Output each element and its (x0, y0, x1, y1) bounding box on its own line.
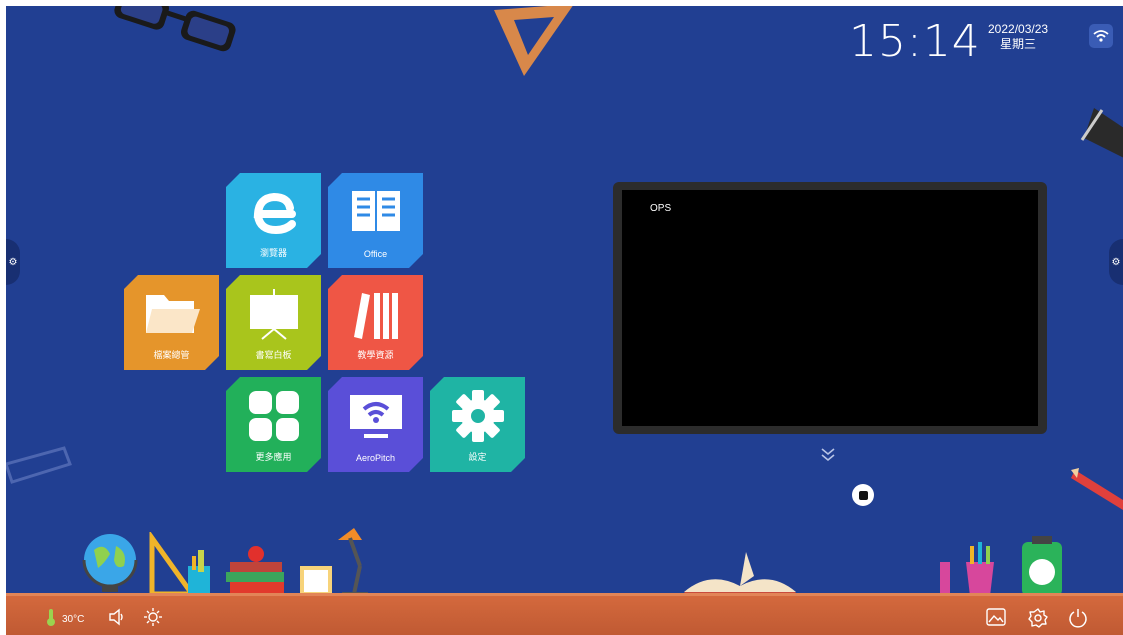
chevron-down-icon[interactable] (820, 446, 836, 467)
ops-label: OPS (650, 203, 672, 214)
glasses-decoration (114, 6, 236, 52)
cast-icon (328, 385, 423, 447)
date-block: 2022/03/23 星期三 (988, 22, 1048, 52)
ruler-decoration (6, 446, 72, 484)
app-tile-more-apps[interactable]: 更多應用 (226, 377, 321, 472)
settings-icon[interactable] (1028, 608, 1048, 628)
bottom-shelf-bar (6, 596, 1123, 635)
globe-decoration (82, 534, 138, 592)
triangle-ruler-decoration (494, 6, 573, 76)
wifi-icon[interactable] (1089, 24, 1113, 48)
brightness-icon[interactable] (144, 608, 162, 626)
thermometer-icon (46, 608, 56, 631)
binder-clip-decoration (1080, 108, 1123, 158)
weekday-text: 星期三 (1000, 37, 1037, 51)
temperature-text: 30°C (62, 614, 85, 625)
power-icon[interactable] (1068, 608, 1088, 628)
desktop-background: 15:14 2022/03/23 星期三 ⚙ ⚙ 瀏覽器 Office 檔案總管… (6, 6, 1123, 635)
gear-small-icon: ⚙ (8, 256, 18, 268)
pencil-decoration (1071, 468, 1123, 510)
app-label: AeroPitch (355, 453, 396, 463)
pencil-cup-decoration (940, 536, 1062, 596)
clock-time: 15:14 (849, 16, 981, 67)
app-label: 瀏覽器 (259, 248, 287, 258)
app-label: Office (363, 249, 388, 259)
app-tile-whiteboard[interactable]: 書寫白板 (226, 275, 321, 370)
app-label: 書寫白板 (255, 350, 292, 360)
book-icon (328, 181, 423, 243)
whiteboard-icon (226, 283, 321, 345)
app-label: 教學資源 (357, 350, 394, 360)
date-text: 2022/03/23 (988, 22, 1049, 36)
app-label: 更多應用 (255, 452, 292, 462)
floating-stop-button[interactable] (852, 484, 874, 506)
stop-icon (858, 490, 868, 500)
temperature-widget: 30°C (46, 608, 84, 631)
gallery-icon[interactable] (986, 608, 1006, 626)
app-tile-teaching-resources[interactable]: 教學資源 (328, 275, 423, 370)
app-tile-office[interactable]: Office (328, 173, 423, 268)
app-tile-file-manager[interactable]: 檔案總管 (124, 275, 219, 370)
app-tile-browser[interactable]: 瀏覽器 (226, 173, 321, 268)
app-tile-settings[interactable]: 設定 (430, 377, 525, 472)
books-apple-decoration (226, 546, 284, 596)
right-drawer-handle[interactable]: ⚙ (1109, 239, 1123, 285)
gear-icon (430, 385, 525, 447)
volume-icon[interactable] (108, 608, 126, 626)
browser-icon (226, 181, 321, 243)
open-book-decoration (684, 552, 796, 598)
app-tile-aeropitch[interactable]: AeroPitch (328, 377, 423, 472)
lamp-clock-decoration (300, 528, 368, 596)
library-icon (328, 283, 423, 345)
gear-small-icon: ⚙ (1111, 256, 1121, 268)
ops-screen: OPS (622, 190, 1038, 426)
ops-preview-window[interactable]: OPS (613, 182, 1047, 434)
folder-icon (124, 283, 219, 345)
grid-icon (226, 385, 321, 447)
left-drawer-handle[interactable]: ⚙ (6, 239, 20, 285)
app-label: 設定 (468, 452, 487, 462)
ruler-set-decoration (149, 532, 210, 596)
app-label: 檔案總管 (153, 350, 190, 360)
